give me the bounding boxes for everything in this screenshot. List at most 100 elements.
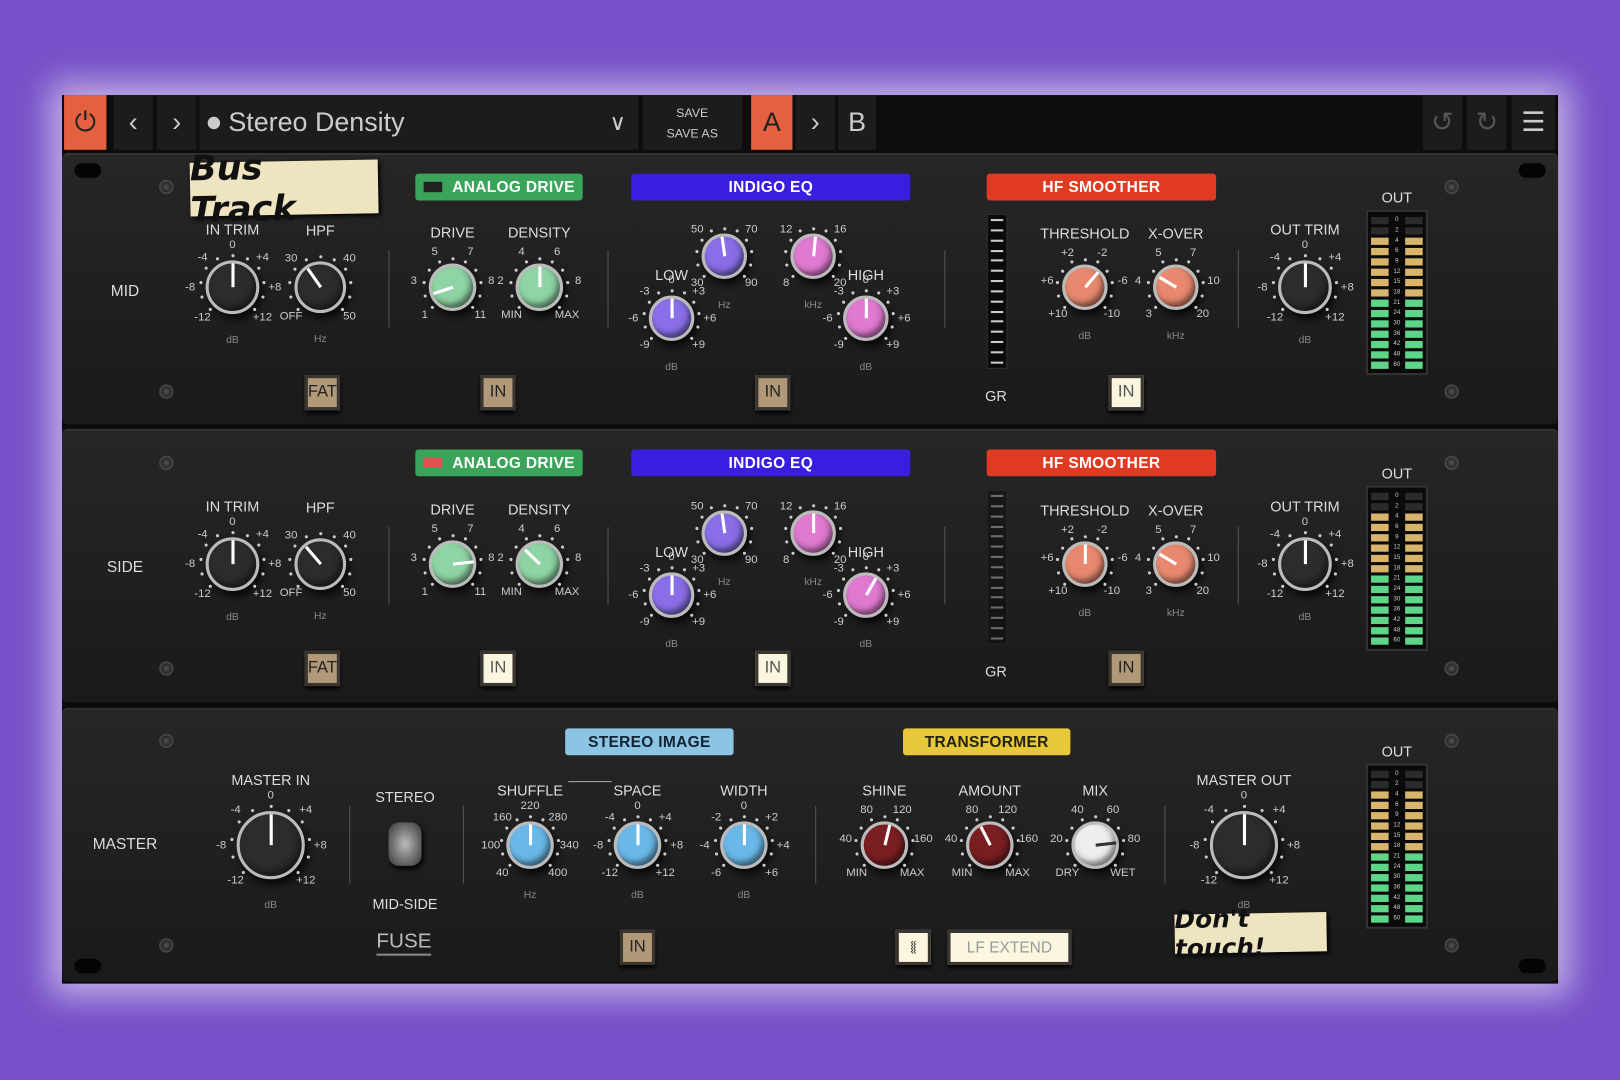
next-preset-button[interactable]: › xyxy=(157,95,197,150)
save-button[interactable]: SAVE xyxy=(676,105,708,119)
hf-smoother-header[interactable]: HF SMOOTHER xyxy=(986,173,1217,201)
knob-tick-mark xyxy=(1066,852,1070,856)
knob-scale-label: 10 xyxy=(1207,275,1220,288)
gr-meter-segment xyxy=(990,505,1004,508)
copy-a-to-b-button[interactable]: › xyxy=(795,95,835,150)
meter-scale-label: 4 xyxy=(1395,513,1399,520)
knob-pointer xyxy=(1158,275,1177,289)
preset-a-button[interactable]: A xyxy=(751,95,793,150)
knob-tick-mark xyxy=(855,852,859,856)
meter-segment-left xyxy=(1371,801,1389,809)
knob-scale-label: 220 xyxy=(520,799,540,813)
meter-row: 21 xyxy=(1371,299,1423,307)
knob-label: SPACE xyxy=(613,782,662,799)
knob-tick-mark xyxy=(1093,814,1097,818)
knob-tick-mark xyxy=(864,565,868,569)
analog-drive-header[interactable]: ANALOG DRIVE xyxy=(415,449,583,477)
knob-unit: dB xyxy=(1298,334,1312,347)
knob-tick-mark xyxy=(515,817,519,821)
meter-segment-right xyxy=(1405,512,1423,521)
hf-smoother-in-button[interactable]: IN xyxy=(1108,375,1144,411)
knob-body xyxy=(1278,537,1332,591)
knob-pointer xyxy=(1303,263,1307,288)
preset-selector[interactable]: Stereo Density ∨ xyxy=(199,95,639,150)
undo-button[interactable]: ↺ xyxy=(1422,95,1462,150)
knob-tick-mark xyxy=(450,256,455,260)
knob-scale-label: 70 xyxy=(744,499,758,513)
preset-b-button[interactable]: B xyxy=(837,95,877,150)
meter-scale-label: 42 xyxy=(1393,894,1401,901)
knob-tick-mark xyxy=(729,817,733,821)
fat-button[interactable]: FAT xyxy=(304,375,340,411)
knob-scale-label: MIN xyxy=(951,866,973,880)
meter-segment-left xyxy=(1371,237,1389,245)
gr-meter xyxy=(986,489,1008,645)
knob-body xyxy=(790,510,836,556)
meter-segment-right xyxy=(1405,616,1423,624)
indigo-eq-header[interactable]: INDIGO EQ xyxy=(631,449,911,477)
meter-segment-right xyxy=(1405,543,1423,552)
meter-row: 9 xyxy=(1371,811,1423,819)
save-buttons: SAVE SAVE AS xyxy=(642,95,742,150)
transformer-header[interactable]: TRANSFORMER xyxy=(903,728,1071,756)
meter-row: 60 xyxy=(1371,914,1423,923)
hf-smoother-in-button[interactable]: IN xyxy=(1108,650,1144,687)
knob-tick-mark xyxy=(1147,571,1151,575)
knob-scale-label: 5 xyxy=(1155,246,1162,260)
meter-segment-right xyxy=(1405,288,1423,297)
stereo-mode-toggle-switch[interactable] xyxy=(388,822,422,866)
knob-scale-label: 0 xyxy=(634,799,641,813)
knob-scale-label: -12 xyxy=(1266,587,1284,601)
stereo-label: STEREO xyxy=(375,788,435,805)
row-label-mid: MID xyxy=(110,282,140,301)
knob-scale-label: +2 xyxy=(1061,523,1074,537)
stereo-image-header[interactable]: STEREO IMAGE xyxy=(565,728,734,756)
knob-label: LOW xyxy=(655,266,689,284)
knob-body xyxy=(294,538,347,590)
knob-body xyxy=(843,572,889,618)
redo-button[interactable]: ↻ xyxy=(1467,95,1507,150)
knob-scale-label: -12 xyxy=(601,866,618,880)
meter-segment-left xyxy=(1371,842,1389,850)
knob-tick-mark xyxy=(841,300,845,304)
knob-tick-mark xyxy=(343,267,347,271)
menu-button[interactable]: ☰ xyxy=(1511,95,1555,150)
power-button[interactable]: ⏻ xyxy=(64,95,107,150)
led-icon xyxy=(423,181,442,193)
screw-icon xyxy=(159,384,174,399)
indigo-eq-in-button[interactable]: IN xyxy=(755,650,791,687)
knob-scale-label: +4 xyxy=(1328,251,1342,264)
meter-segment-right xyxy=(1405,330,1423,338)
stereo-image-in-button[interactable]: IN xyxy=(619,929,656,966)
knob-tick-mark xyxy=(841,577,845,581)
knob-body xyxy=(1278,260,1332,315)
fat-button[interactable]: FAT xyxy=(304,650,340,687)
transformer-mode-button[interactable]: ⧛ xyxy=(895,929,931,966)
prev-preset-button[interactable]: ‹ xyxy=(113,95,153,150)
knob-scale-label: 80 xyxy=(1127,832,1141,846)
indigo-eq-in-button[interactable]: IN xyxy=(755,375,791,411)
knob-scale-label: 40 xyxy=(944,832,958,846)
indigo-eq-header[interactable]: INDIGO EQ xyxy=(631,173,911,201)
knob-scale-label: 30 xyxy=(690,553,704,567)
knob-tick-mark xyxy=(1260,808,1264,812)
analog-drive-in-button[interactable]: IN xyxy=(480,650,516,687)
meter-segment-left xyxy=(1371,554,1389,562)
knob-tick-mark xyxy=(837,602,841,606)
knob-scale-label: 5 xyxy=(431,522,438,536)
analog-drive-in-button[interactable]: IN xyxy=(480,375,516,411)
save-as-button[interactable]: SAVE AS xyxy=(667,126,718,140)
knob-pointer xyxy=(864,298,868,319)
hf-smoother-header[interactable]: HF SMOOTHER xyxy=(986,449,1217,477)
knob-scale-label: 0 xyxy=(229,515,236,528)
out-meter: 0 2 4 6 9 12 15 18 21 24 30 36 42 48 60 xyxy=(1365,209,1428,376)
knob-scale-label: 60 xyxy=(1106,803,1120,817)
out-label: OUT xyxy=(1381,742,1413,760)
analog-drive-header[interactable]: ANALOG DRIVE xyxy=(415,173,583,201)
knob-tick-mark xyxy=(742,274,746,278)
rack-hole xyxy=(1518,958,1546,974)
knob-pointer xyxy=(537,266,541,288)
lf-extend-button[interactable]: LF EXTEND xyxy=(947,929,1072,966)
meter-scale-label: 42 xyxy=(1393,616,1401,624)
knob-tick-mark xyxy=(647,577,651,581)
